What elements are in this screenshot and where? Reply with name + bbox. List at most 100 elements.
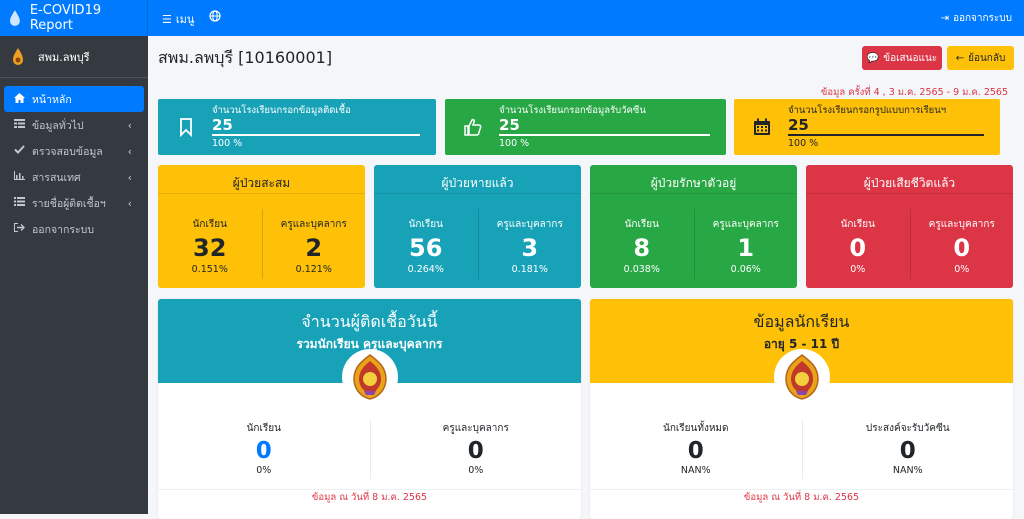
info-box-value: 25 bbox=[212, 116, 233, 134]
students-count: 8 bbox=[633, 234, 651, 262]
staff-count: 1 bbox=[737, 234, 755, 262]
divider bbox=[158, 193, 365, 194]
feedback-button[interactable]: 💬 ข้อเสนอแนะ bbox=[862, 46, 942, 70]
info-box-percent: 100 % bbox=[499, 138, 530, 149]
check-icon bbox=[12, 145, 26, 157]
sidebar-item-2[interactable]: ข้อมูลทั่วไป ‹ bbox=[4, 112, 144, 138]
info-box-value: 25 bbox=[788, 116, 809, 134]
students-column: นักเรียน 8 0.038% bbox=[590, 209, 694, 279]
staff-column: ครูและบุคลากร 1 0.06% bbox=[693, 209, 798, 279]
right-stat-value: 0 bbox=[899, 438, 916, 464]
user-avatar-icon bbox=[13, 47, 23, 65]
right-stat: ประสงค์จะรับวัคซีน 0 NAN% bbox=[801, 419, 1014, 479]
thumbs-up-icon bbox=[463, 117, 483, 137]
sidebar-item-1[interactable]: หน้าหลัก bbox=[4, 86, 144, 112]
students-column: นักเรียน 0 0% bbox=[806, 209, 910, 279]
divider bbox=[374, 193, 581, 194]
stat-box: ผู้ป่วยรักษาตัวอยู่ นักเรียน 8 0.038% ครูและ… bbox=[590, 165, 797, 288]
staff-label: ครูและบุคลากร bbox=[712, 219, 779, 230]
students-count: 56 bbox=[409, 234, 443, 262]
brand[interactable]: E-COVID19 Report bbox=[0, 0, 148, 36]
students-percent: 0.038% bbox=[623, 264, 660, 275]
water-drop-icon bbox=[9, 10, 20, 26]
info-box-value: 25 bbox=[499, 116, 520, 134]
sign-out-icon: ⇥ bbox=[940, 13, 949, 24]
table-icon bbox=[12, 119, 26, 131]
logout-label: ออกจากระบบ bbox=[952, 13, 1012, 24]
students-percent: 0.151% bbox=[191, 264, 228, 275]
info-box: จำนวนโรงเรียนกรอกข้อมูลรับวัคซีน 25 100 % bbox=[445, 99, 726, 155]
left-stat: นักเรียน 0 0% bbox=[158, 419, 370, 479]
staff-count: 2 bbox=[305, 234, 323, 262]
staff-percent: 0.06% bbox=[730, 264, 761, 275]
user-name: สพม.ลพบุรี bbox=[38, 50, 90, 64]
stat-box-title: ผู้ป่วยเสียชีวิตแล้ว bbox=[863, 176, 956, 190]
students-label: นักเรียน bbox=[624, 219, 659, 230]
right-stat-percent: 0% bbox=[468, 465, 484, 476]
left-stat-percent: 0% bbox=[256, 465, 272, 476]
card-footer-date: ข้อมูล ณ วันที่ 8 ม.ค. 2565 bbox=[590, 489, 1013, 505]
bookmark-icon bbox=[176, 117, 196, 138]
card-title: จำนวนผู้ติดเชื้อวันนี้ bbox=[301, 312, 438, 331]
back-button[interactable]: ← ย้อนกลับ bbox=[947, 46, 1014, 70]
hamburger-icon: ☰ bbox=[162, 12, 172, 26]
divider bbox=[590, 193, 797, 194]
progress-bar bbox=[499, 134, 710, 136]
summary-card: ข้อมูลนักเรียน อายุ 5 - 11 ปี นักเรียนทั้ง… bbox=[590, 299, 1013, 519]
sidebar-item-4[interactable]: สารสนเทศ ‹ bbox=[4, 164, 144, 190]
right-stat-percent: NAN% bbox=[892, 465, 923, 476]
sidebar-item-3[interactable]: ตรวจสอบข้อมูล ‹ bbox=[4, 138, 144, 164]
info-box-label: จำนวนโรงเรียนกรอกข้อมูลรับวัคซีน bbox=[499, 105, 646, 116]
students-label: นักเรียน bbox=[408, 219, 443, 230]
left-stat-value: 0 bbox=[687, 438, 704, 464]
staff-percent: 0.181% bbox=[511, 264, 548, 275]
globe-icon[interactable] bbox=[209, 10, 221, 22]
sidebar-item-5[interactable]: รายชื่อผู้ติดเชื้อฯ ‹ bbox=[4, 190, 144, 216]
info-box: จำนวนโรงเรียนกรอกข้อมูลติดเชื้อ 25 100 % bbox=[158, 99, 436, 155]
stat-box: ผู้ป่วยเสียชีวิตแล้วนักเรียน 0 0% ครูและบุค… bbox=[806, 165, 1013, 288]
chevron-left-icon: ‹ bbox=[127, 144, 132, 158]
staff-column: ครูและบุคลากร 2 0.121% bbox=[261, 209, 366, 279]
summary-card: จำนวนผู้ติดเชื้อวันนี้ รวมนักเรียน ครูและ… bbox=[158, 299, 581, 519]
feedback-label: ข้อเสนอแนะ bbox=[883, 52, 938, 64]
students-percent: 0.264% bbox=[407, 264, 444, 275]
students-column: นักเรียน 56 0.264% bbox=[374, 209, 478, 279]
staff-percent: 0% bbox=[954, 264, 970, 275]
left-stat-label: นักเรียน bbox=[246, 423, 281, 434]
right-stat: ครูและบุคลากร 0 0% bbox=[369, 419, 582, 479]
left-stat-percent: NAN% bbox=[680, 465, 711, 476]
user-panel[interactable]: สพม.ลพบุรี bbox=[0, 36, 148, 78]
calendar-icon bbox=[752, 117, 772, 137]
data-range-text: ข้อมูล ครั้งที่ 4 , 3 ม.ค. 2565 - 9 ม.ค.… bbox=[820, 87, 1008, 98]
students-label: นักเรียน bbox=[840, 219, 875, 230]
obec-seal-logo bbox=[773, 349, 830, 405]
info-box: จำนวนโรงเรียนกรอกรูปแบบการเรียนฯ 25 100 % bbox=[734, 99, 1000, 155]
progress-bar bbox=[212, 134, 420, 136]
staff-label: ครูและบุคลากร bbox=[928, 219, 995, 230]
page-title: สพม.ลพบุรี [10160001] bbox=[158, 48, 333, 67]
students-count: 0 bbox=[849, 234, 867, 262]
students-label: นักเรียน bbox=[192, 219, 227, 230]
logout-link[interactable]: ⇥ ออกจากระบบ bbox=[941, 11, 1012, 26]
sidebar-item-6[interactable]: ออกจากระบบ bbox=[4, 216, 144, 242]
info-box-percent: 100 % bbox=[212, 138, 243, 149]
left-stat-label: นักเรียนทั้งหมด bbox=[662, 423, 729, 434]
home-icon bbox=[12, 92, 26, 106]
stat-box: ผู้ป่วยหายแล้ว นักเรียน 56 0.264% ครูและบุคล… bbox=[374, 165, 581, 288]
sidebar-item-label: หน้าหลัก bbox=[32, 93, 72, 106]
left-stat: นักเรียนทั้งหมด 0 NAN% bbox=[590, 419, 802, 479]
students-percent: 0% bbox=[850, 264, 866, 275]
staff-label: ครูและบุคลากร bbox=[496, 219, 563, 230]
stat-box-title: ผู้ป่วยสะสม bbox=[232, 176, 291, 190]
staff-label: ครูและบุคลากร bbox=[280, 219, 347, 230]
arrow-left-icon: ← bbox=[955, 52, 965, 64]
sidebar-item-label: สารสนเทศ bbox=[32, 171, 81, 184]
divider bbox=[806, 193, 1013, 194]
chevron-left-icon: ‹ bbox=[127, 170, 132, 184]
comment-icon: 💬 bbox=[866, 52, 880, 64]
menu-toggle-button[interactable]: ☰ เมนู bbox=[162, 10, 194, 28]
back-label: ย้อนกลับ bbox=[968, 52, 1006, 64]
info-box-label: จำนวนโรงเรียนกรอกรูปแบบการเรียนฯ bbox=[788, 105, 947, 116]
chart-icon bbox=[12, 171, 26, 183]
menu-label: เมนู bbox=[175, 13, 195, 26]
